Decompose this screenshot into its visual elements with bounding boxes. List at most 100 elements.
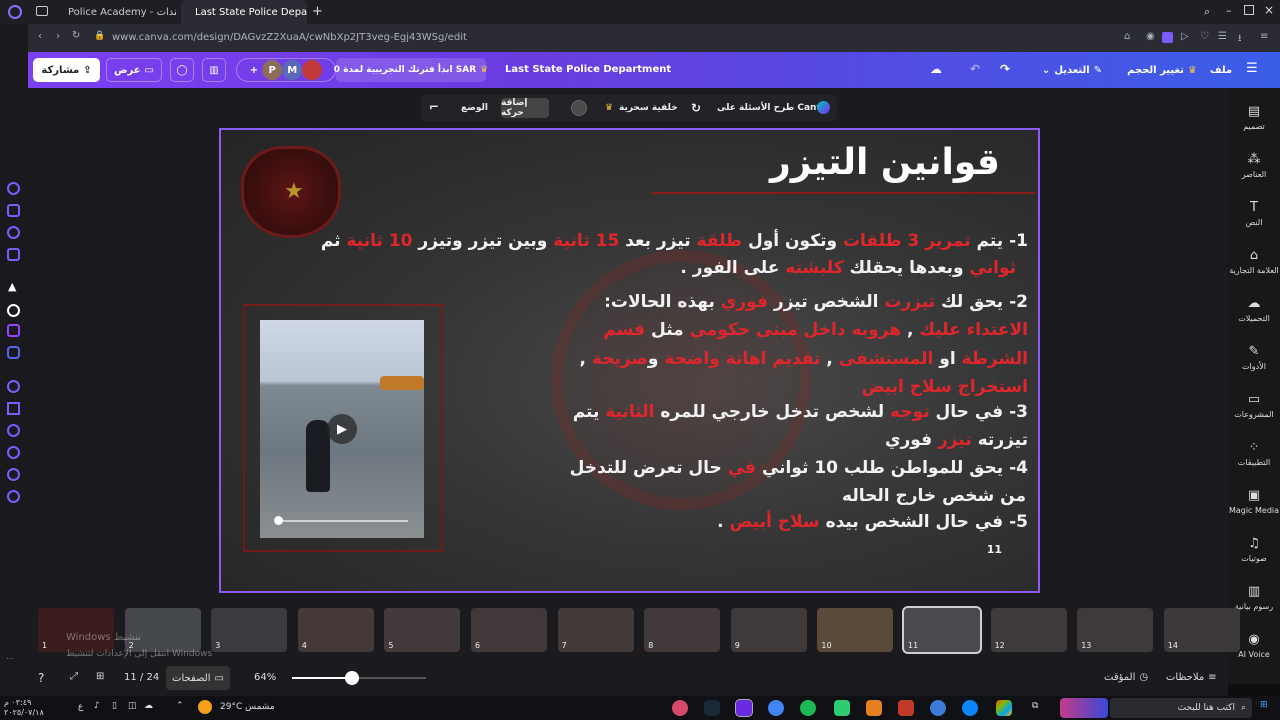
pages-button[interactable]: الصفحات ▭	[166, 666, 230, 690]
edit-mode-button[interactable]: ⌄ التعديل ✎	[1034, 58, 1110, 82]
forward-icon[interactable]: ›	[56, 31, 60, 42]
tab-last-state[interactable]: Last State Police Depart...	[181, 0, 307, 24]
reload-icon[interactable]: ↻	[72, 30, 80, 41]
grid-view-icon[interactable]: ⊞	[96, 671, 104, 682]
favorites-icon[interactable]: ☰	[1218, 31, 1227, 42]
collaborators[interactable]: + P M	[236, 58, 336, 82]
page-thumbnail[interactable]: 14	[1163, 608, 1240, 652]
page-thumbnail[interactable]: 2	[124, 608, 201, 652]
url-field[interactable]: www.canva.com/design/DAGvzZ2XuaA/cwNbXp2…	[112, 32, 467, 43]
extension-icon[interactable]	[1162, 32, 1173, 43]
redo-icon[interactable]: ↷	[1000, 62, 1010, 76]
resize-button[interactable]: تغيير الحجم ♛	[1122, 58, 1202, 82]
back-icon[interactable]: ‹	[38, 31, 42, 42]
video-scrubber-handle[interactable]	[274, 516, 283, 525]
share-button[interactable]: مشاركة ⇪	[33, 58, 100, 82]
close-icon[interactable]: ×	[1264, 3, 1274, 17]
zoom-slider-handle[interactable]	[345, 671, 360, 685]
page-thumbnail[interactable]: 13	[1077, 608, 1154, 652]
tab-police-academy[interactable]: Police Academy - مستندات	[54, 0, 176, 24]
minimize-icon[interactable]: –	[1226, 4, 1232, 17]
avatar-p[interactable]: P	[262, 60, 283, 80]
sidebar-app-icon[interactable]	[7, 446, 20, 459]
taskbar-app-icon[interactable]	[930, 700, 946, 716]
camera-icon[interactable]: ◉	[1146, 31, 1155, 42]
taskbar-app-icon[interactable]	[735, 699, 753, 717]
color-swatch[interactable]	[571, 100, 587, 116]
page-thumbnail[interactable]: 10	[817, 608, 894, 652]
sidebar-app-icon[interactable]	[7, 248, 20, 261]
tray-expand-icon[interactable]: ⌃	[176, 701, 184, 711]
weather[interactable]: 29°C مشمس	[220, 702, 275, 712]
page-thumbnail[interactable]: 11	[902, 606, 982, 654]
sidebar-app-icon[interactable]	[7, 468, 20, 481]
page-thumbnail[interactable]: 12	[990, 608, 1067, 652]
ask-canva-button[interactable]: طرح الأسئلة على Canva	[717, 103, 828, 113]
network-icon[interactable]: ◫	[128, 701, 137, 711]
steam-icon[interactable]	[704, 700, 720, 716]
fullscreen-icon[interactable]: ⤢	[70, 671, 78, 682]
avatar-m[interactable]: M	[282, 60, 303, 80]
page-thumbnail[interactable]: 7	[557, 608, 634, 652]
sidebar-app-icon[interactable]	[7, 226, 20, 239]
player-icon[interactable]: ▷	[1181, 31, 1189, 42]
side-panel-item[interactable]: ▤ تصميم	[1228, 104, 1280, 131]
sidebar-app-icon[interactable]	[7, 182, 20, 195]
copilot-icon[interactable]	[996, 700, 1012, 716]
taskbar-search[interactable]: اكتب هنا للبحث ⌕	[1110, 698, 1252, 718]
new-tab-icon[interactable]: +	[312, 4, 323, 19]
search-tabs-icon[interactable]: ⌕	[1204, 5, 1210, 19]
side-panel-item[interactable]: ♫ صوتيات	[1228, 536, 1280, 563]
magic-background-button[interactable]: خلفية سحرية	[619, 103, 678, 113]
add-animation-button[interactable]: إضافة حركة	[501, 98, 549, 118]
tab-switch-icon[interactable]	[36, 6, 48, 16]
sidebar-app-icon[interactable]	[7, 304, 20, 317]
video-scrubber[interactable]	[278, 520, 408, 522]
page-thumbnail[interactable]: 9	[730, 608, 807, 652]
bookmark-icon[interactable]: ⌂	[1124, 31, 1130, 42]
maximize-icon[interactable]	[1244, 5, 1254, 15]
side-panel-item[interactable]: ⌂ العلامة التجارية	[1228, 248, 1280, 275]
zoom-slider[interactable]	[292, 671, 426, 685]
edge-icon[interactable]	[962, 700, 978, 716]
comment-button[interactable]: ◯	[170, 58, 194, 82]
video-player[interactable]: ▶	[260, 320, 424, 538]
side-panel-item[interactable]: T النص	[1228, 200, 1280, 227]
side-panel-item[interactable]: ⁂ العناصر	[1228, 152, 1280, 179]
battery-icon[interactable]: ▯	[112, 701, 117, 711]
slide-title[interactable]: قوانين التيزر	[770, 142, 1000, 183]
page-thumbnail[interactable]: 1	[38, 608, 114, 652]
input-language[interactable]: ع	[78, 702, 83, 712]
side-panel-item[interactable]: ▣ Magic Media	[1228, 488, 1280, 515]
file-menu-button[interactable]: ملف	[1206, 58, 1236, 82]
timer-button[interactable]: المؤقت ◷	[1104, 672, 1148, 683]
zoom-level[interactable]: 64%	[254, 672, 276, 683]
sidebar-app-icon[interactable]	[7, 380, 20, 393]
chrome-icon[interactable]	[768, 700, 784, 716]
page-thumbnail[interactable]: 3	[211, 608, 288, 652]
avatar-image[interactable]	[302, 60, 323, 80]
start-trial-button[interactable]: ابدأ فترتك التجريبية لمدة 0 SAR ♛	[334, 58, 488, 82]
cloud-save-icon[interactable]: ☁	[930, 62, 942, 76]
help-icon[interactable]: ?	[38, 671, 44, 685]
taskbar-app-icon[interactable]	[898, 700, 914, 716]
menu-icon[interactable]: ≡	[1260, 31, 1268, 42]
slide-canvas[interactable]: ★ قوانين التيزر 1- يتم تمرير 3 طلقات وتك…	[219, 128, 1040, 593]
page-thumbnail[interactable]: 5	[384, 608, 461, 652]
side-panel-item[interactable]: ☁ التحميلات	[1228, 296, 1280, 323]
refresh-icon[interactable]: ↻	[691, 101, 701, 115]
side-panel-item[interactable]: ⁘ التطبيقات	[1228, 440, 1280, 467]
clock[interactable]: ٠٣:٤٩ م ٢٠٢٥/٠٧/١٨	[4, 698, 44, 718]
main-menu-icon[interactable]: ☰	[1246, 61, 1258, 76]
page-thumbnail[interactable]: 6	[471, 608, 547, 652]
position-button[interactable]: الوضع	[461, 103, 488, 113]
start-icon[interactable]: ⊞	[1260, 700, 1268, 710]
document-title[interactable]: Last State Police Department	[505, 64, 671, 75]
volume-icon[interactable]: ♪	[94, 701, 100, 711]
page-thumbnail[interactable]: 8	[644, 608, 721, 652]
sidebar-app-icon[interactable]	[7, 402, 20, 415]
settings-icon[interactable]	[7, 490, 20, 503]
taskbar-app-icon[interactable]	[834, 700, 850, 716]
sidebar-app-icon[interactable]	[7, 424, 20, 437]
spotify-icon[interactable]	[800, 700, 816, 716]
